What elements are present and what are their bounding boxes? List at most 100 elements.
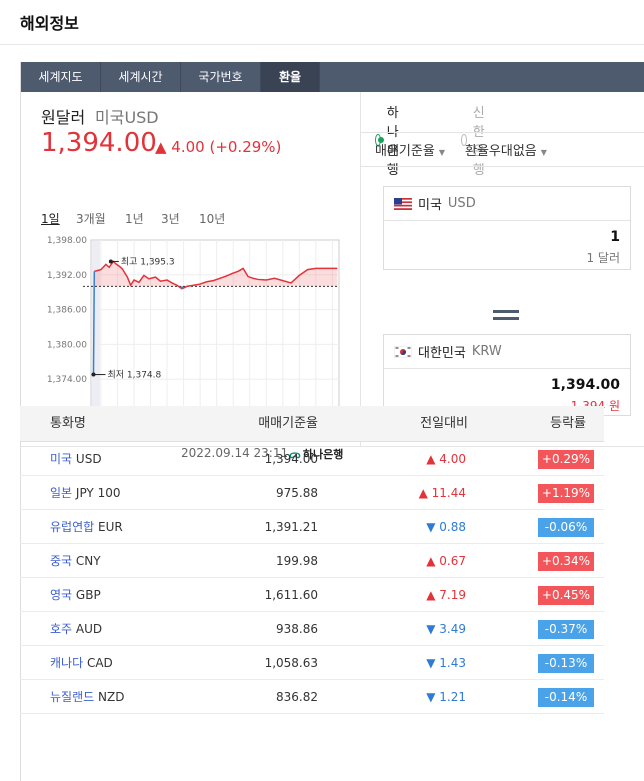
currency-cell[interactable]: 미국 USD: [50, 442, 102, 476]
pct-badge: +0.34%: [538, 552, 594, 571]
series-line-down: [92, 271, 96, 375]
pair-name: 원달러: [41, 108, 86, 127]
from-currency-box[interactable]: 미국 USD 1 1 달러: [383, 186, 631, 270]
from-amount[interactable]: 1: [610, 229, 620, 245]
from-code: USD: [447, 196, 476, 211]
us-flag-icon: [394, 197, 412, 210]
pct-badge: -0.06%: [538, 518, 594, 537]
currency-name[interactable]: 호주: [50, 622, 72, 636]
currency-cell[interactable]: 영국 GBP: [50, 578, 101, 612]
table-row[interactable]: 유럽연합 EUR 1,391.21 ▼ 0.88 -0.06%: [20, 510, 604, 544]
tab-country-code[interactable]: 국가번호: [181, 62, 261, 92]
rate-change: ▲ 4.00 (+0.29%): [155, 138, 282, 156]
divider: [361, 166, 644, 167]
pct-badge: -0.13%: [538, 654, 594, 673]
rate-chart-panel: 원달러 미국USD 1,394.00 ▲ 4.00 (+0.29%) 1일 3개…: [21, 92, 361, 461]
currency-name[interactable]: 중국: [50, 554, 72, 568]
currency-code: NZD: [98, 690, 125, 704]
y-tick-label: 1,392.00: [47, 271, 87, 281]
high-annotation: 최고 1,395.3: [121, 256, 175, 267]
currency-code: EUR: [98, 520, 123, 534]
header-currency: 통화명: [50, 416, 86, 431]
diff-cell: ▲ 0.67: [426, 554, 466, 568]
diff-cell: ▼ 1.43: [426, 656, 466, 670]
diff-cell: ▼ 0.88: [426, 520, 466, 534]
converter-panel: 하나은행 신한은행 매매기준율 ▼ 환율우대없음 ▼ 미국 USD 1 1 달러…: [361, 92, 644, 446]
to-currency-select[interactable]: 대한민국 KRW: [384, 335, 630, 369]
table-body: 미국 USD 1,394.00 ▲ 4.00 +0.29% 일본 JPY 100 975.…: [20, 442, 604, 714]
currency-cell[interactable]: 캐나다 CAD: [50, 646, 113, 680]
pct-badge: +0.29%: [538, 450, 594, 469]
currency-code: GBP: [75, 588, 101, 602]
from-country: 미국: [418, 198, 442, 213]
pct-badge: +1.19%: [538, 484, 594, 503]
currency-cell[interactable]: 뉴질랜드 NZD: [50, 680, 124, 714]
period-tab-3y[interactable]: 3년: [161, 210, 180, 227]
tab-world-map[interactable]: 세계지도: [21, 62, 101, 92]
rate-cell: 836.82: [276, 690, 318, 704]
currency-name[interactable]: 캐나다: [50, 656, 83, 670]
current-rate: 1,394.00: [41, 128, 157, 158]
rate-cell: 975.88: [276, 486, 318, 500]
to-currency-box[interactable]: 대한민국 KRW 1,394.00 1,394 원: [383, 334, 631, 416]
dropdown-label: 매매기준율: [375, 144, 435, 159]
diff-cell: ▼ 3.49: [426, 622, 466, 636]
diff-cell: ▲ 4.00: [426, 452, 466, 466]
from-currency-select[interactable]: 미국 USD: [384, 187, 630, 221]
rate-cell: 938.86: [276, 622, 318, 636]
tab-exchange-rate[interactable]: 환율: [261, 62, 320, 92]
currency-cell[interactable]: 유럽연합 EUR: [50, 510, 123, 544]
tab-world-time[interactable]: 세계시간: [101, 62, 181, 92]
to-amount[interactable]: 1,394.00: [551, 377, 620, 393]
period-tab-10y[interactable]: 10년: [199, 210, 225, 227]
kr-flag-icon: [394, 345, 412, 358]
diff-cell: ▲ 7.19: [426, 588, 466, 602]
page-title: 해외정보: [20, 14, 79, 33]
equals-icon: [493, 310, 519, 313]
diff-cell: ▼ 1.21: [426, 690, 466, 704]
currency-code: USD: [75, 452, 102, 466]
currency-name[interactable]: 유럽연합: [50, 520, 94, 534]
period-tab-1y[interactable]: 1년: [125, 210, 144, 227]
currency-name[interactable]: 뉴질랜드: [50, 690, 94, 704]
pct-badge: +0.45%: [538, 586, 594, 605]
tab-bar: 세계지도 세계시간 국가번호 환율: [21, 62, 644, 92]
from-unit: 1 달러: [586, 251, 620, 265]
caret-down-icon: ▼: [438, 148, 445, 157]
table-row[interactable]: 일본 JPY 100 975.88 ▲ 11.44 +1.19%: [20, 476, 604, 510]
table-row[interactable]: 호주 AUD 938.86 ▼ 3.49 -0.37%: [20, 612, 604, 646]
low-annotation: 최저 1,374.8: [107, 370, 161, 381]
currency-name[interactable]: 일본: [50, 486, 72, 500]
currency-code: CAD: [86, 656, 113, 670]
preference-dropdown[interactable]: 환율우대없음 ▼: [465, 140, 547, 159]
table-row[interactable]: 영국 GBP 1,611.60 ▲ 7.19 +0.45%: [20, 578, 604, 612]
table-row[interactable]: 미국 USD 1,394.00 ▲ 4.00 +0.29%: [20, 442, 604, 476]
rate-type-dropdown[interactable]: 매매기준율 ▼: [375, 140, 445, 159]
table-row[interactable]: 뉴질랜드 NZD 836.82 ▼ 1.21 -0.14%: [20, 680, 604, 714]
currency-code: AUD: [75, 622, 103, 636]
rate-cell: 1,394.00: [264, 452, 318, 466]
currency-code: JPY 100: [75, 486, 121, 500]
currency-name[interactable]: 미국: [50, 452, 72, 466]
table-row[interactable]: 캐나다 CAD 1,058.63 ▼ 1.43 -0.13%: [20, 646, 604, 680]
currency-cell[interactable]: 일본 JPY 100: [50, 476, 120, 510]
rate-cell: 199.98: [276, 554, 318, 568]
currency-cell[interactable]: 호주 AUD: [50, 612, 102, 646]
y-tick-label: 1,386.00: [47, 306, 87, 316]
table-row[interactable]: 중국 CNY 199.98 ▲ 0.67 +0.34%: [20, 544, 604, 578]
divider: [361, 132, 644, 133]
y-tick-label: 1,374.00: [47, 375, 87, 385]
currency-name[interactable]: 영국: [50, 588, 72, 602]
rate-cell: 1,391.21: [264, 520, 318, 534]
rate-cell: 1,058.63: [264, 656, 318, 670]
currency-code: CNY: [75, 554, 101, 568]
period-tab-1d[interactable]: 1일: [41, 210, 60, 227]
table-header: 통화명 매매기준율 전일대비 등락률: [20, 406, 604, 442]
period-tab-3m[interactable]: 3개월: [76, 210, 106, 227]
currency-cell[interactable]: 중국 CNY: [50, 544, 101, 578]
rate-table: 통화명 매매기준율 전일대비 등락률 미국 USD 1,394.00 ▲ 4.00 +…: [20, 406, 604, 714]
caret-down-icon: ▼: [540, 148, 547, 157]
y-tick-label: 1,380.00: [47, 340, 87, 350]
pct-badge: -0.37%: [538, 620, 594, 639]
dropdown-label: 환율우대없음: [465, 144, 537, 159]
